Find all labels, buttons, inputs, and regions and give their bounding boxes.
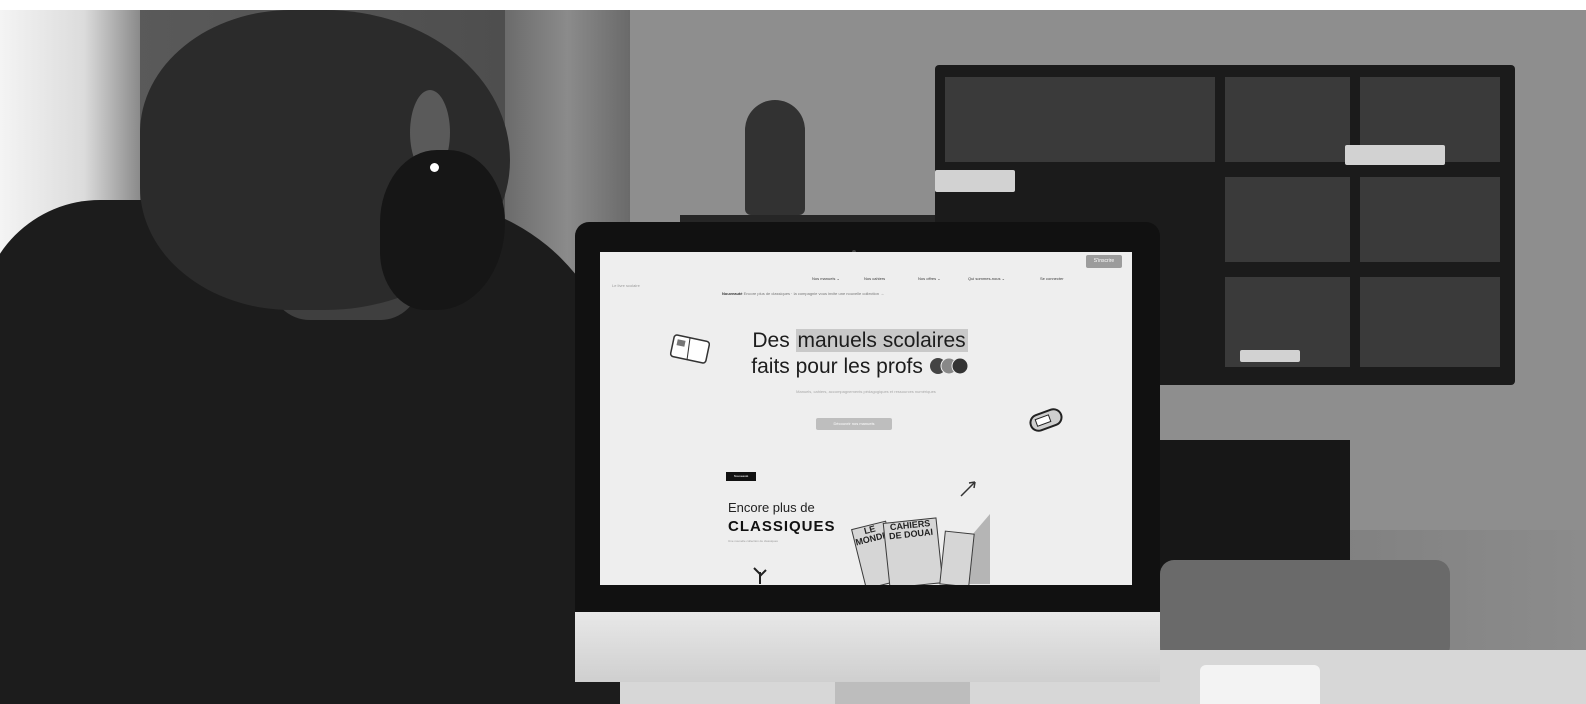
announcement-badge: Nouveauté [722, 291, 743, 296]
plant-icon [753, 567, 767, 584]
earring [430, 163, 439, 172]
site-nav: Le livre scolaire Nos manuels ⌄ Nos cahi… [600, 252, 1132, 288]
nav-link-offres[interactable]: Nos offres ⌄ [918, 276, 941, 281]
imac-chin [575, 612, 1160, 682]
discover-button[interactable]: Découvrir nos manuels [816, 418, 892, 430]
announcement-bar[interactable]: Nouveauté Encore plus de classiques · la… [722, 291, 884, 296]
shelf-cell [1225, 77, 1350, 162]
shelf-cell [1225, 177, 1350, 262]
hero-title-line2: faits pour les profs [751, 355, 923, 378]
promo-badge: Nouveauté [726, 472, 756, 481]
books [935, 170, 1015, 192]
book-title: CAHIERS DE DOUAI [888, 518, 934, 542]
hero-title-prefix: Des [752, 329, 796, 352]
book-cover[interactable]: CAHIERS DE DOUAI [882, 517, 944, 585]
site-logo[interactable]: Le livre scolaire [612, 283, 640, 288]
promo-line1: Encore plus de [728, 500, 815, 515]
vase [745, 100, 805, 215]
books [1345, 145, 1445, 165]
leaf-icon [960, 481, 976, 497]
nav-link-manuels[interactable]: Nos manuels ⌄ [812, 276, 840, 281]
nav-link-about[interactable]: Qui sommes-nous ⌄ [968, 276, 1005, 281]
books [1240, 350, 1300, 362]
signup-button[interactable]: S'inscrire [1086, 255, 1122, 268]
monitor-screen: Le livre scolaire Nos manuels ⌄ Nos cahi… [600, 252, 1132, 585]
top-border [0, 0, 1586, 10]
pencil-case-icon [1029, 408, 1063, 432]
announcement-text: Encore plus de classiques · la compagnie… [743, 291, 885, 296]
photo-scene: Le livre scolaire Nos manuels ⌄ Nos cahi… [0, 0, 1586, 704]
promo-line2: CLASSIQUES [728, 518, 836, 535]
hero-title-highlight: manuels scolaires [795, 329, 968, 352]
open-book-icon [669, 334, 711, 364]
hero-title: Des manuels scolaires faits pour les pro… [735, 328, 985, 380]
sofa [1160, 560, 1450, 660]
imac-stand [835, 682, 970, 704]
shelf-cell [1360, 277, 1500, 367]
book-cover[interactable] [939, 530, 975, 585]
hero-subtitle: Manuels, cahiers, accompagnements pédago… [796, 389, 936, 394]
promo-line3: Une nouvelle collection de classiques [728, 539, 778, 543]
login-link[interactable]: Se connecter [1040, 276, 1064, 281]
nav-link-cahiers[interactable]: Nos cahiers [864, 276, 885, 281]
cup [1200, 665, 1320, 704]
teacher-avatars-icon [929, 357, 969, 375]
shelf-cell [1360, 177, 1500, 262]
shelf-cell [945, 77, 1215, 162]
